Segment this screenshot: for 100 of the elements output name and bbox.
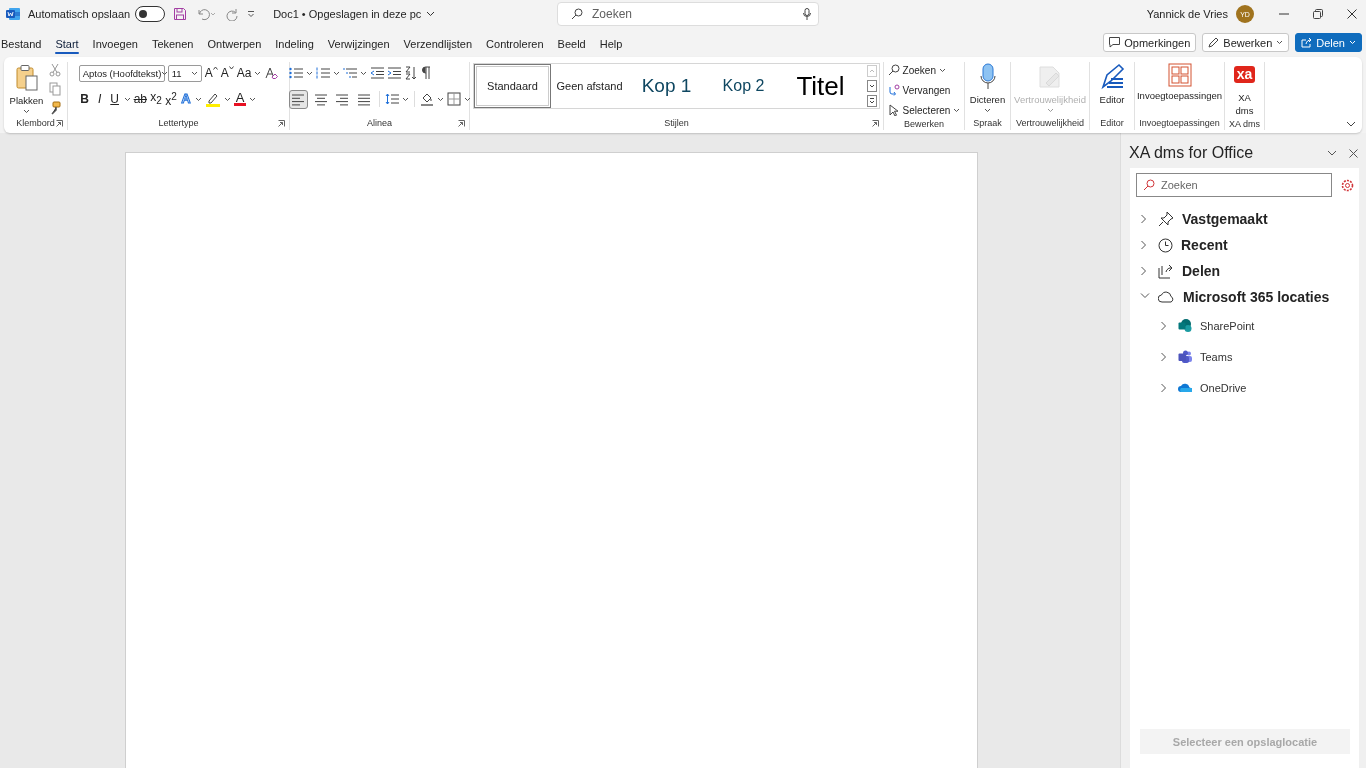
menu-tab[interactable]: Verwijzingen <box>320 34 397 54</box>
close-icon[interactable] <box>1349 148 1358 158</box>
menu-tab[interactable]: Ontwerpen <box>200 34 269 54</box>
collapse-ribbon-icon[interactable] <box>1346 121 1356 127</box>
gallery-more-icon[interactable] <box>867 95 877 107</box>
caret-icon <box>953 107 961 113</box>
tree-item-label[interactable]: Teams <box>1200 350 1233 363</box>
caret-icon[interactable] <box>305 70 313 76</box>
caret-icon[interactable] <box>254 70 262 76</box>
style-option[interactable]: Kop 1 <box>628 64 705 108</box>
caret-icon[interactable] <box>224 96 231 102</box>
caret-icon[interactable] <box>249 96 256 102</box>
clock-icon <box>1158 237 1173 253</box>
chevron-down-icon[interactable] <box>1327 150 1337 156</box>
chevron-down-icon <box>426 11 436 17</box>
tree-item-label[interactable]: Vastgemaakt <box>1182 211 1268 227</box>
dialog-launcher-icon[interactable] <box>56 120 63 127</box>
pilcrow-icon[interactable] <box>420 66 431 80</box>
caret-icon <box>161 70 169 76</box>
group-label: Vertrouwelijkheid <box>1015 118 1084 128</box>
user-name: Yannick de Vries <box>1146 8 1228 20</box>
style-option[interactable]: Kop 2 <box>705 64 782 108</box>
caret-icon <box>1276 40 1284 45</box>
autosave-toggle[interactable] <box>135 6 166 22</box>
share-button[interactable]: Delen <box>1295 33 1362 52</box>
menu-tab[interactable]: Verzendlijsten <box>396 34 480 54</box>
menu-tab[interactable]: Invoegen <box>85 34 145 54</box>
edit-button[interactable]: Bewerken <box>1202 33 1290 52</box>
save-icon[interactable] <box>173 7 188 21</box>
style-option[interactable]: Geen afstand <box>551 64 628 108</box>
pin-icon <box>1158 211 1174 227</box>
group-label: Invoegtoepassingen <box>1139 118 1220 128</box>
style-option[interactable]: Standaard <box>474 64 551 108</box>
caret-icon[interactable] <box>332 70 340 76</box>
sort-icon[interactable] <box>403 66 418 80</box>
font-size-dropdown[interactable]: 11 <box>167 64 202 82</box>
find-button[interactable]: Zoeken <box>887 62 961 78</box>
dialog-launcher-icon[interactable] <box>872 120 879 127</box>
style-option[interactable]: Titel <box>782 64 859 108</box>
xa-dms-button[interactable]: xa XA dms <box>1230 62 1259 117</box>
tree-item-label[interactable]: OneDrive <box>1200 381 1247 394</box>
superscript-button[interactable]: x$^{2}$ <box>165 90 177 108</box>
select-button[interactable]: Selecteren <box>887 102 961 118</box>
editor-button[interactable]: Editor <box>1099 62 1125 106</box>
paste-button[interactable]: Plakken <box>9 63 44 114</box>
menu-tab[interactable]: Controleren <box>479 34 551 54</box>
clear-formatting-icon[interactable] <box>264 66 279 80</box>
caret-icon[interactable] <box>195 96 202 102</box>
menu-tab[interactable]: Beeld <box>550 34 593 54</box>
grow-font-button[interactable]: A <box>204 66 218 80</box>
bold-button[interactable]: B <box>78 92 91 106</box>
gallery-down-icon[interactable] <box>867 80 877 92</box>
microphone-icon[interactable] <box>803 8 811 20</box>
tree-item-label[interactable]: Delen <box>1182 263 1221 279</box>
line-spacing-icon[interactable] <box>384 93 399 105</box>
multilevel-list-icon[interactable] <box>342 67 357 79</box>
replace-button[interactable]: Vervangen <box>887 82 961 98</box>
underline-button[interactable]: U <box>108 92 121 106</box>
caret-icon[interactable] <box>401 96 409 102</box>
document-title[interactable]: Doc1 • Opgeslagen in deze pc <box>273 8 436 20</box>
strike-button[interactable]: ab <box>133 92 147 106</box>
dialog-launcher-icon[interactable] <box>458 120 465 127</box>
close-icon[interactable] <box>1347 9 1357 19</box>
italic-button[interactable]: I <box>93 92 106 106</box>
customize-toolbar-icon[interactable] <box>247 10 256 18</box>
caret-icon[interactable] <box>436 96 444 102</box>
subscript-button[interactable]: x$_{2}$ <box>150 89 162 109</box>
caret-icon[interactable] <box>359 70 367 76</box>
highlight-icon[interactable] <box>205 91 221 107</box>
bullets-icon[interactable] <box>288 67 303 79</box>
change-case-button[interactable]: Aa <box>236 66 252 80</box>
settings-icon[interactable] <box>1341 178 1354 192</box>
dictate-button[interactable]: Dicteren <box>969 62 1006 113</box>
tree-item-label[interactable]: Microsoft 365 locaties <box>1183 289 1330 305</box>
menu-tab[interactable]: Bestand <box>0 34 49 54</box>
font-name-dropdown[interactable]: Aptos (Hoofdtekst) <box>78 64 165 82</box>
redo-icon[interactable] <box>225 7 240 21</box>
format-painter-icon[interactable] <box>49 101 62 115</box>
menu-tab[interactable]: Help <box>592 34 630 54</box>
share-icon <box>1301 37 1313 48</box>
restore-icon[interactable] <box>1313 9 1323 19</box>
menu-tab[interactable]: Indeling <box>268 34 321 54</box>
increase-indent-icon[interactable] <box>386 67 401 79</box>
dialog-launcher-icon[interactable] <box>278 120 285 127</box>
tree-item-label[interactable]: SharePoint <box>1200 319 1255 332</box>
menu-tab[interactable]: Start <box>48 34 86 54</box>
tree-item-label[interactable]: Recent <box>1181 237 1228 253</box>
decrease-indent-icon[interactable] <box>369 67 384 79</box>
add-ins-button[interactable]: Invoegtoepassingen <box>1137 62 1223 102</box>
shrink-font-button[interactable]: A <box>220 66 234 80</box>
teams-icon <box>1178 349 1192 364</box>
menu-tab[interactable]: Tekenen <box>144 34 201 54</box>
shading-icon[interactable] <box>419 92 434 106</box>
sharepoint-icon <box>1178 318 1192 333</box>
align-left-button[interactable] <box>288 89 308 109</box>
comments-button[interactable]: Opmerkingen <box>1103 33 1197 52</box>
caret-icon[interactable] <box>463 96 471 102</box>
caret-icon[interactable] <box>123 96 131 102</box>
color-button[interactable]: A <box>234 92 246 106</box>
search-field[interactable]: Zoeken <box>1136 173 1332 197</box>
